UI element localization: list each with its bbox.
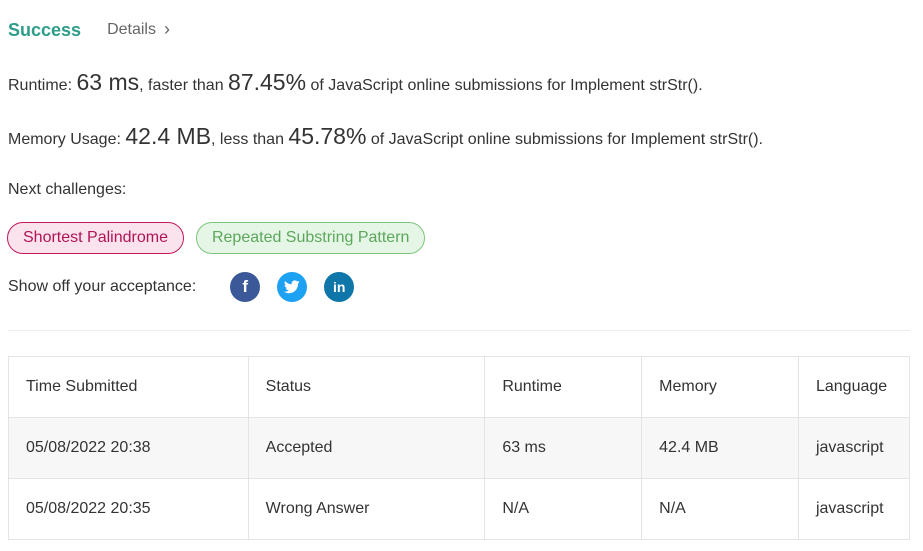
result-status: Success (8, 19, 82, 40)
table-row: 05/08/2022 20:38 Accepted 63 ms 42.4 MB … (8, 417, 911, 479)
memory-label: Memory Usage: (8, 131, 126, 148)
details-label: Details (107, 21, 156, 38)
facebook-icon[interactable]: f (230, 272, 261, 302)
memory-summary: Memory Usage: 42.4 MB, less than 45.78% … (8, 123, 763, 150)
cell-status-accepted[interactable]: Accepted (247, 417, 486, 479)
twitter-bird-glyph (284, 280, 300, 294)
share-label: Show off your acceptance: (8, 278, 197, 295)
chevron-right-icon: › (163, 18, 170, 39)
column-header-runtime[interactable]: Runtime (484, 356, 643, 418)
runtime-mid: , faster than (139, 77, 229, 94)
runtime-summary: Runtime: 63 ms, faster than 87.45% of Ja… (8, 69, 703, 96)
column-header-time[interactable]: Time Submitted (8, 356, 249, 418)
cell-time: 05/08/2022 20:35 (8, 478, 249, 540)
details-link[interactable]: Details › (107, 18, 170, 41)
share-icons: f in (230, 272, 355, 302)
column-header-language[interactable]: Language (797, 356, 911, 418)
cell-runtime: 63 ms (484, 417, 643, 479)
cell-runtime: N/A (484, 478, 643, 540)
cell-status-wrong-answer[interactable]: Wrong Answer (247, 478, 486, 540)
memory-mid: , less than (211, 131, 289, 148)
submission-result-panel: Success Details › Runtime: 63 ms, faster… (0, 0, 923, 551)
memory-percent: 45.78% (288, 123, 367, 149)
share-row: Show off your acceptance: f in (8, 272, 355, 302)
runtime-value: 63 ms (76, 69, 140, 95)
challenge-shortest-palindrome[interactable]: Shortest Palindrome (7, 222, 184, 254)
memory-value: 42.4 MB (125, 123, 212, 149)
result-header: Success Details › (8, 18, 170, 42)
cell-time: 05/08/2022 20:38 (8, 417, 249, 479)
runtime-label: Runtime: (8, 77, 77, 94)
runtime-percent: 87.45% (228, 69, 307, 95)
cell-language: javascript (797, 417, 911, 479)
section-divider (8, 330, 910, 331)
twitter-icon[interactable] (277, 272, 308, 302)
linkedin-icon[interactable]: in (324, 272, 355, 302)
cell-language: javascript (797, 478, 911, 540)
submissions-table: Time Submitted Status Runtime Memory Lan… (8, 356, 911, 540)
table-header-row: Time Submitted Status Runtime Memory Lan… (8, 356, 911, 418)
column-header-memory[interactable]: Memory (641, 356, 799, 418)
memory-suffix: of JavaScript online submissions for Imp… (366, 131, 763, 148)
cell-memory: N/A (641, 478, 799, 540)
runtime-suffix: of JavaScript online submissions for Imp… (306, 77, 703, 94)
next-challenges-label: Next challenges: (8, 181, 127, 198)
next-challenges: Shortest Palindrome Repeated Substring P… (7, 222, 426, 254)
challenge-repeated-substring-pattern[interactable]: Repeated Substring Pattern (195, 222, 426, 254)
column-header-status[interactable]: Status (247, 356, 486, 418)
table-row: 05/08/2022 20:35 Wrong Answer N/A N/A ja… (8, 478, 911, 540)
cell-memory: 42.4 MB (641, 417, 799, 479)
